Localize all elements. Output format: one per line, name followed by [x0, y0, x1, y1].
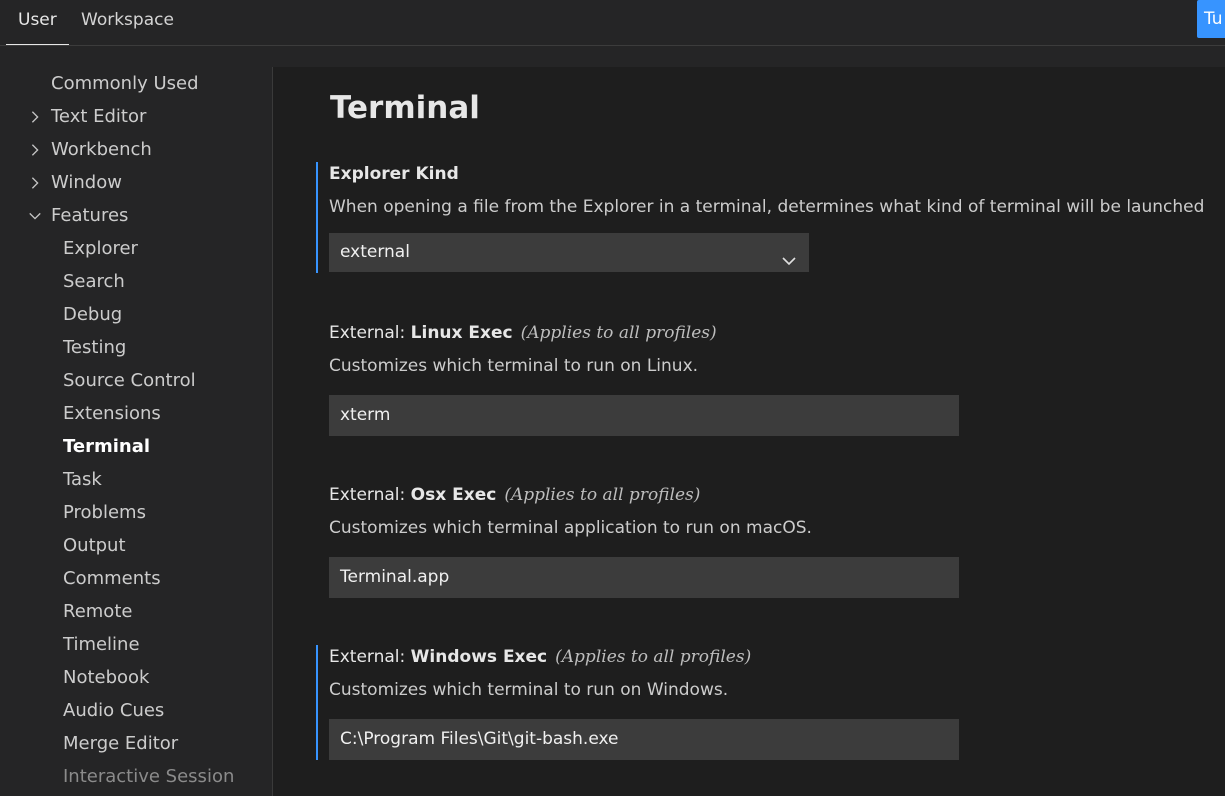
setting-key: Windows Exec: [410, 647, 548, 667]
settings-list: Terminal Explorer Kind When opening a fi…: [273, 67, 1225, 796]
explorer-kind-select[interactable]: external: [329, 233, 809, 272]
modified-indicator: [316, 162, 318, 273]
sidebar-item-terminal[interactable]: Terminal: [63, 434, 150, 460]
linux-exec-input[interactable]: xterm: [329, 395, 959, 436]
active-tab-indicator: [6, 44, 69, 45]
chevron-right-icon[interactable]: [28, 110, 42, 124]
setting-category: External:: [329, 647, 411, 667]
setting-key: Linux Exec: [410, 323, 513, 343]
sidebar-item-merge-editor[interactable]: Merge Editor: [63, 731, 178, 757]
sidebar-item-debug[interactable]: Debug: [63, 302, 122, 328]
setting-windows-exec: External: Windows Exec (Applies to all pr…: [316, 645, 1216, 763]
sidebar-item-window[interactable]: Window: [51, 170, 122, 196]
sidebar-item-interactive-session[interactable]: Interactive Session: [63, 764, 234, 790]
setting-description: Customizes which terminal to run on Linu…: [329, 356, 699, 376]
setting-osx-exec: External: Osx Exec (Applies to all profil…: [316, 483, 1216, 599]
settings-editor: User Workspace Tu Commonly Used Text Edi…: [0, 0, 1225, 796]
sidebar-item-timeline[interactable]: Timeline: [63, 632, 140, 658]
tab-user[interactable]: User: [18, 10, 57, 39]
sidebar-item-features[interactable]: Features: [51, 203, 128, 229]
setting-category: External:: [329, 485, 411, 505]
page-title: Terminal: [330, 90, 480, 126]
sidebar-item-output[interactable]: Output: [63, 533, 126, 559]
select-value: external: [340, 242, 410, 262]
setting-title: Explorer Kind: [329, 162, 459, 186]
sidebar-item-search[interactable]: Search: [63, 269, 125, 295]
chevron-down-icon[interactable]: [28, 209, 42, 223]
setting-key: Osx Exec: [410, 485, 497, 505]
windows-exec-input[interactable]: C:\Program Files\Git\git-bash.exe: [329, 719, 959, 760]
setting-scope: (Applies to all profiles): [520, 323, 717, 343]
sidebar-item-commonly-used[interactable]: Commonly Used: [51, 71, 199, 97]
sidebar-item-text-editor[interactable]: Text Editor: [51, 104, 146, 130]
settings-toc: Commonly Used Text Editor Workbench Wind…: [0, 67, 272, 796]
setting-linux-exec: External: Linux Exec (Applies to all prof…: [316, 321, 1216, 437]
sidebar-item-notebook[interactable]: Notebook: [63, 665, 149, 691]
sidebar-item-explorer[interactable]: Explorer: [63, 236, 138, 262]
setting-scope: (Applies to all profiles): [504, 485, 701, 505]
setting-description: Customizes which terminal application to…: [329, 518, 812, 538]
chevron-down-icon: [781, 245, 797, 266]
sidebar-item-problems[interactable]: Problems: [63, 500, 146, 526]
sidebar-item-workbench[interactable]: Workbench: [51, 137, 152, 163]
setting-title: External: Linux Exec (Applies to all prof…: [329, 321, 717, 345]
modified-indicator: [316, 645, 318, 760]
sidebar-item-audio-cues[interactable]: Audio Cues: [63, 698, 164, 724]
chevron-right-icon[interactable]: [28, 143, 42, 157]
setting-explorer-kind: Explorer Kind When opening a file from t…: [316, 162, 1216, 274]
settings-scope-tabs: User Workspace Tu: [0, 0, 1225, 46]
osx-exec-input[interactable]: Terminal.app: [329, 557, 959, 598]
chevron-right-icon[interactable]: [28, 176, 42, 190]
sidebar-item-comments[interactable]: Comments: [63, 566, 161, 592]
turn-on-sync-button[interactable]: Tu: [1197, 0, 1225, 38]
sidebar-item-task[interactable]: Task: [63, 467, 102, 493]
setting-description: Customizes which terminal to run on Wind…: [329, 680, 729, 700]
setting-key: Explorer Kind: [329, 164, 459, 184]
setting-category: External:: [329, 323, 411, 343]
sidebar-item-testing[interactable]: Testing: [63, 335, 126, 361]
sidebar-item-extensions[interactable]: Extensions: [63, 401, 161, 427]
setting-description: When opening a file from the Explorer in…: [329, 197, 1205, 217]
setting-scope: (Applies to all profiles): [555, 647, 752, 667]
sidebar-item-remote[interactable]: Remote: [63, 599, 132, 625]
setting-title: External: Windows Exec (Applies to all pr…: [329, 645, 751, 669]
sidebar-item-source-control[interactable]: Source Control: [63, 368, 196, 394]
tab-workspace[interactable]: Workspace: [81, 10, 174, 39]
setting-title: External: Osx Exec (Applies to all profil…: [329, 483, 700, 507]
